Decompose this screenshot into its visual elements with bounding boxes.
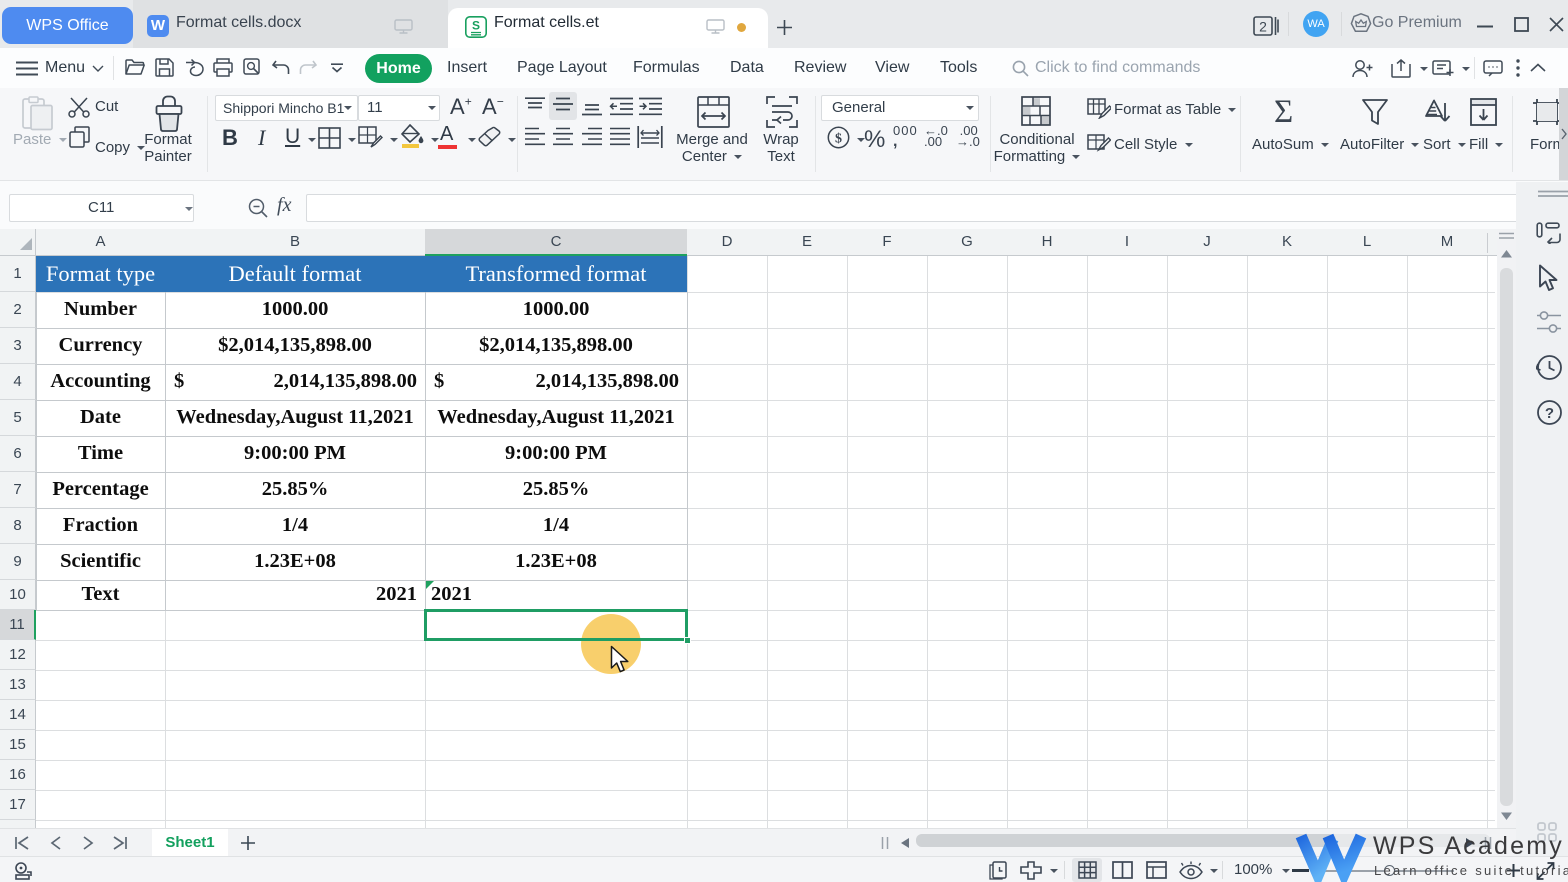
svg-text:S: S <box>472 19 480 33</box>
svg-text:2: 2 <box>1259 19 1267 35</box>
svg-text:$: $ <box>835 132 842 147</box>
svg-text:?: ? <box>1545 405 1554 422</box>
